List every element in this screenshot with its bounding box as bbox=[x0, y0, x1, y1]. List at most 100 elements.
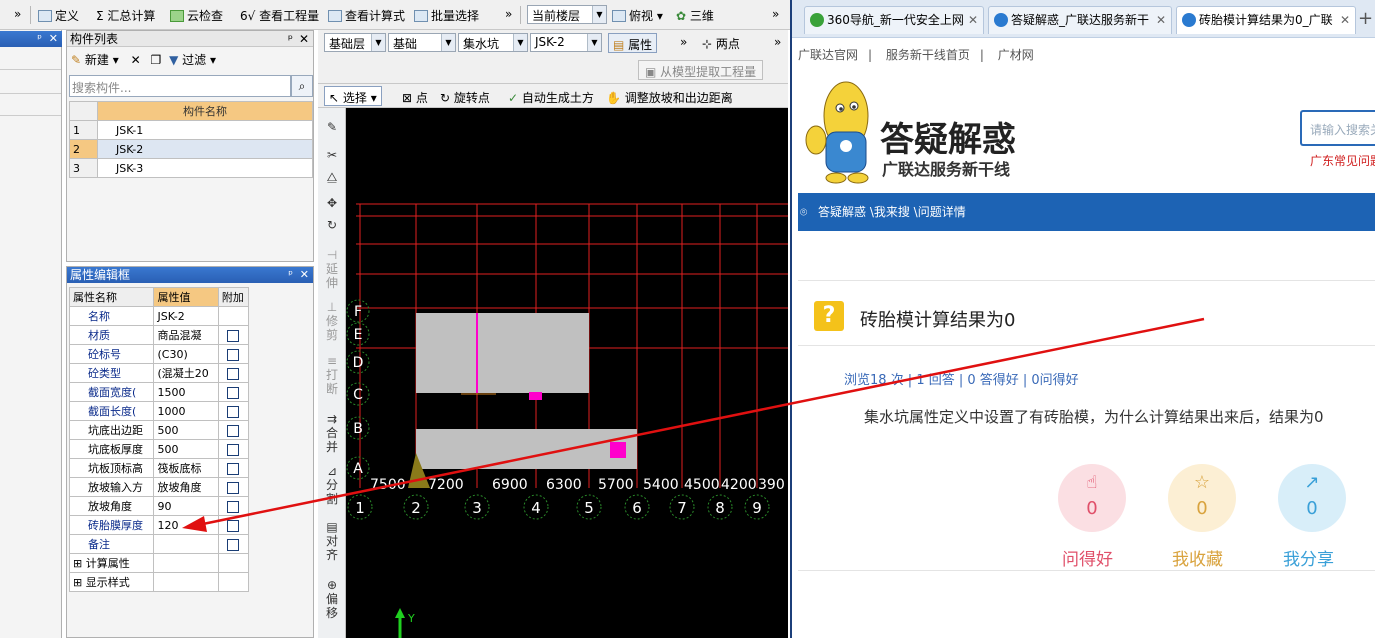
property-value[interactable]: 1000 bbox=[153, 401, 219, 421]
extend-tool[interactable]: ⊣ 延伸 bbox=[324, 248, 340, 290]
batch-select-button[interactable]: 批量选择 bbox=[414, 7, 479, 24]
property-row[interactable]: 坑底出边距 500 bbox=[68, 420, 250, 440]
new-tab-icon[interactable]: + bbox=[1358, 8, 1373, 29]
close-icon[interactable]: ✕ bbox=[49, 31, 58, 47]
property-value[interactable]: 500 bbox=[153, 420, 219, 440]
left-nav-row[interactable] bbox=[0, 96, 61, 116]
property-group[interactable]: ⊞ 计算属性 bbox=[68, 553, 250, 573]
trim-tool[interactable]: ⊥ 修剪 bbox=[324, 300, 340, 342]
cad-canvas[interactable]: F E D C B A 7500 7200 6900 6300 5700 540… bbox=[346, 108, 788, 638]
property-row[interactable]: 名称 JSK-2 bbox=[68, 306, 250, 326]
property-value[interactable]: 120 bbox=[153, 515, 219, 535]
ask-good-button[interactable]: ☝ 0 bbox=[1058, 464, 1126, 532]
link-material[interactable]: 广材网 bbox=[998, 48, 1034, 62]
property-row[interactable]: 坑底板厚度 500 bbox=[68, 439, 250, 459]
search-icon[interactable]: ⌕ bbox=[291, 75, 313, 97]
close-icon[interactable]: ✕ bbox=[299, 31, 309, 47]
property-row[interactable]: 截面长度(1000 bbox=[68, 401, 250, 421]
browser-tab-question[interactable]: 砖胎模计算结果为0_广联 ✕ bbox=[1176, 6, 1356, 34]
property-value[interactable]: 90 bbox=[153, 496, 219, 516]
toolbar-overflow-icon-2[interactable]: » bbox=[505, 7, 512, 21]
expand-icon[interactable]: ⊞ bbox=[73, 576, 86, 589]
checkbox[interactable] bbox=[227, 405, 240, 418]
category-combo[interactable]: 基础 ▼ bbox=[388, 33, 456, 52]
align-tool[interactable]: ▤ 对齐 bbox=[324, 520, 340, 562]
two-point-button[interactable]: ⊹ 两点 bbox=[702, 35, 740, 52]
link-service-home[interactable]: 服务新干线首页 bbox=[886, 48, 970, 62]
checkbox[interactable] bbox=[227, 424, 240, 437]
share-button[interactable]: ↗ 0 bbox=[1278, 464, 1346, 532]
favorite-button[interactable]: ☆ 0 bbox=[1168, 464, 1236, 532]
property-value[interactable]: 500 bbox=[153, 439, 219, 459]
pin-icon[interactable]: ᵖ bbox=[37, 31, 42, 47]
pin-icon[interactable]: ᵖ bbox=[288, 267, 293, 283]
property-value[interactable]: (C30) bbox=[153, 344, 219, 364]
offset-tool[interactable]: ⊕ 偏移 bbox=[324, 578, 340, 620]
define-button[interactable]: 定义 bbox=[38, 7, 79, 24]
table-row[interactable]: 1 JSK-1 bbox=[69, 120, 313, 140]
rotate-icon[interactable]: ↻ bbox=[324, 218, 340, 232]
cloud-check-button[interactable]: 云检查 bbox=[170, 7, 223, 24]
close-icon[interactable]: ✕ bbox=[1340, 7, 1350, 33]
search-hint[interactable]: 广东常见问题 bbox=[1310, 152, 1375, 169]
link-glodon[interactable]: 广联达官网 bbox=[798, 48, 858, 62]
move-icon[interactable]: ✥ bbox=[324, 196, 340, 210]
property-value[interactable]: 放坡角度 bbox=[153, 477, 219, 497]
close-icon[interactable]: ✕ bbox=[1156, 7, 1166, 33]
toolbar-overflow-icon-3[interactable]: » bbox=[772, 7, 779, 21]
close-icon[interactable]: ✕ bbox=[968, 7, 978, 33]
layer-combo[interactable]: 基础层 ▼ bbox=[324, 33, 386, 52]
floor-combo[interactable]: 当前楼层 ▼ bbox=[527, 5, 607, 24]
property-row[interactable]: 备注 bbox=[68, 534, 250, 554]
slab-upper[interactable] bbox=[416, 313, 589, 393]
rotate-point-button[interactable]: ↻ 旋转点 bbox=[440, 89, 490, 106]
copy-icon[interactable]: ❐ bbox=[150, 53, 161, 67]
mirror-icon[interactable]: ⧋ bbox=[324, 170, 340, 184]
property-value[interactable]: 商品混凝 bbox=[153, 325, 219, 345]
scissors-icon[interactable]: ✂ bbox=[324, 148, 340, 162]
browser-tab-360[interactable]: 360导航_新一代安全上网 ✕ bbox=[804, 6, 984, 34]
view-formula-button[interactable]: 查看计算式 bbox=[328, 7, 405, 24]
component-search-input[interactable]: 搜索构件... bbox=[69, 75, 291, 97]
property-row[interactable]: 放坡角度 90 bbox=[68, 496, 250, 516]
break-tool[interactable]: ≡ 打断 bbox=[324, 354, 340, 396]
left-nav-row[interactable] bbox=[0, 74, 61, 94]
checkbox[interactable] bbox=[227, 329, 240, 342]
merge-tool[interactable]: ⇉ 合并 bbox=[324, 412, 340, 454]
point-button[interactable]: ⊠ 点 bbox=[402, 89, 428, 106]
auto-earthwork-button[interactable]: ✓ 自动生成土方 bbox=[508, 89, 594, 106]
delete-icon[interactable]: ✕ bbox=[131, 53, 141, 67]
close-icon[interactable]: ✕ bbox=[300, 267, 309, 283]
extract-quantity-button[interactable]: ▣ 从模型提取工程量 bbox=[638, 60, 764, 80]
toolbar-overflow-icon[interactable]: » bbox=[14, 7, 21, 21]
checkbox[interactable] bbox=[227, 348, 240, 361]
table-row[interactable]: 2 JSK-2 bbox=[69, 139, 313, 159]
left-nav-row[interactable] bbox=[0, 50, 61, 70]
property-value[interactable]: JSK-2 bbox=[153, 306, 219, 326]
cad-drawing[interactable]: F E D C B A 7500 7200 6900 6300 5700 540… bbox=[346, 108, 788, 638]
table-row[interactable]: 3 JSK-3 bbox=[69, 158, 313, 178]
checkbox[interactable] bbox=[227, 443, 240, 456]
property-row[interactable]: 坑板顶标高 筏板底标 bbox=[68, 458, 250, 478]
slab-lower[interactable] bbox=[416, 429, 637, 469]
split-tool[interactable]: ⊿ 分割 bbox=[324, 464, 340, 506]
property-row[interactable]: 截面宽度(1500 bbox=[68, 382, 250, 402]
property-row[interactable]: 砼类型 (混凝土20 bbox=[68, 363, 250, 383]
checkbox[interactable] bbox=[227, 500, 240, 513]
checkbox[interactable] bbox=[227, 386, 240, 399]
pit-marker-upper[interactable] bbox=[529, 392, 542, 400]
property-row[interactable]: 材质 商品混凝 bbox=[68, 325, 250, 345]
component-combo[interactable]: JSK-2 ▼ bbox=[530, 33, 602, 52]
checkbox[interactable] bbox=[227, 462, 240, 475]
property-group[interactable]: ⊞ 显示样式 bbox=[68, 572, 250, 592]
summary-calc-button[interactable]: Σ 汇总计算 bbox=[96, 7, 155, 24]
filter-button[interactable]: ▼ 过滤 ▾ bbox=[169, 53, 216, 67]
layer-overflow-icon[interactable]: » bbox=[680, 35, 687, 49]
property-value[interactable]: 1500 bbox=[153, 382, 219, 402]
three-d-button[interactable]: ✿ 三维 bbox=[676, 7, 714, 24]
new-button[interactable]: ✎ 新建 ▾ bbox=[71, 53, 119, 67]
layer-overflow-icon-2[interactable]: » bbox=[774, 35, 781, 49]
property-value[interactable] bbox=[153, 534, 219, 554]
property-row[interactable]: 放坡输入方 放坡角度 bbox=[68, 477, 250, 497]
browser-tab-qa[interactable]: 答疑解惑_广联达服务新干 ✕ bbox=[988, 6, 1172, 34]
